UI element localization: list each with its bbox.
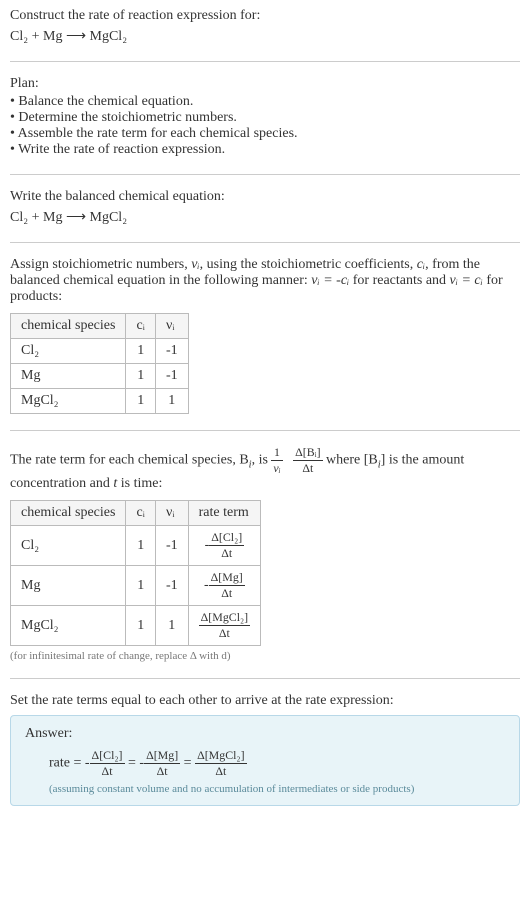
balanced-equation: Cl₂ + Mg ⟶ MgCl₂ [10, 209, 520, 226]
c-cell: 1 [126, 339, 156, 364]
rate-expression: rate = -Δ[Cl₂]Δt = -Δ[Mg]Δt = Δ[MgCl₂]Δt [25, 748, 505, 779]
plan-item: Balance the chemical equation. [10, 94, 520, 110]
fraction: 1 νᵢ [271, 445, 282, 476]
rate-term-section: The rate term for each chemical species,… [10, 445, 520, 662]
rate-cell: -Δ[Cl₂]Δt [188, 526, 260, 566]
header-section: Construct the rate of reaction expressio… [10, 8, 520, 45]
assign-section: Assign stoichiometric numbers, νᵢ, using… [10, 257, 520, 414]
plan-item: Assemble the rate term for each chemical… [10, 126, 520, 142]
table-row: Cl₂ 1 -1 -Δ[Cl₂]Δt [11, 526, 261, 566]
species-cell: Mg [11, 364, 126, 389]
col-header: cᵢ [126, 314, 156, 339]
rate-table: chemical species cᵢ νᵢ rate term Cl₂ 1 -… [10, 500, 261, 646]
plan-section: Plan: Balance the chemical equation. Det… [10, 76, 520, 158]
table-row: MgCl₂ 1 1 [11, 389, 189, 414]
c-cell: 1 [126, 364, 156, 389]
table-row: Mg 1 -1 [11, 364, 189, 389]
rate-cell: Δ[MgCl₂]Δt [188, 606, 260, 646]
assign-text: Assign stoichiometric numbers, νᵢ, using… [10, 257, 520, 305]
nu-cell: -1 [155, 364, 188, 389]
table-row: MgCl₂ 1 1 Δ[MgCl₂]Δt [11, 606, 261, 646]
col-header: rate term [188, 501, 260, 526]
header-title: Construct the rate of reaction expressio… [10, 8, 520, 24]
divider [10, 174, 520, 175]
plan-label: Plan: [10, 76, 520, 92]
nu-cell: -1 [155, 339, 188, 364]
table-header-row: chemical species cᵢ νᵢ rate term [11, 501, 261, 526]
nu-cell: 1 [155, 606, 188, 646]
set-equal-section: Set the rate terms equal to each other t… [10, 693, 520, 806]
species-cell: MgCl₂ [11, 389, 126, 414]
balanced-label: Write the balanced chemical equation: [10, 189, 520, 205]
species-cell: Mg [11, 566, 126, 606]
c-cell: 1 [126, 566, 156, 606]
col-header: chemical species [11, 314, 126, 339]
col-header: cᵢ [126, 501, 156, 526]
answer-label: Answer: [25, 726, 505, 742]
c-cell: 1 [126, 606, 156, 646]
rate-term-text: The rate term for each chemical species,… [10, 445, 520, 492]
stoich-table: chemical species cᵢ νᵢ Cl₂ 1 -1 Mg 1 -1 … [10, 313, 189, 414]
table-row: Cl₂ 1 -1 [11, 339, 189, 364]
divider [10, 242, 520, 243]
balanced-section: Write the balanced chemical equation: Cl… [10, 189, 520, 226]
infinitesimal-note: (for infinitesimal rate of change, repla… [10, 650, 520, 662]
fraction: Δ[Bᵢ] Δt [293, 445, 322, 476]
nu-cell: -1 [155, 566, 188, 606]
answer-note: (assuming constant volume and no accumul… [25, 783, 505, 795]
header-equation: Cl₂ + Mg ⟶ MgCl₂ [10, 28, 520, 45]
col-header: chemical species [11, 501, 126, 526]
c-cell: 1 [126, 526, 156, 566]
nu-cell: 1 [155, 389, 188, 414]
rate-cell: -Δ[Mg]Δt [188, 566, 260, 606]
col-header: νᵢ [155, 314, 188, 339]
set-equal-text: Set the rate terms equal to each other t… [10, 693, 520, 709]
species-cell: MgCl₂ [11, 606, 126, 646]
species-cell: Cl₂ [11, 339, 126, 364]
divider [10, 61, 520, 62]
col-header: νᵢ [155, 501, 188, 526]
divider [10, 678, 520, 679]
plan-item: Determine the stoichiometric numbers. [10, 110, 520, 126]
c-cell: 1 [126, 389, 156, 414]
species-cell: Cl₂ [11, 526, 126, 566]
answer-box: Answer: rate = -Δ[Cl₂]Δt = -Δ[Mg]Δt = Δ[… [10, 715, 520, 806]
nu-cell: -1 [155, 526, 188, 566]
table-header-row: chemical species cᵢ νᵢ [11, 314, 189, 339]
table-row: Mg 1 -1 -Δ[Mg]Δt [11, 566, 261, 606]
plan-list: Balance the chemical equation. Determine… [10, 94, 520, 158]
divider [10, 430, 520, 431]
plan-item: Write the rate of reaction expression. [10, 142, 520, 158]
